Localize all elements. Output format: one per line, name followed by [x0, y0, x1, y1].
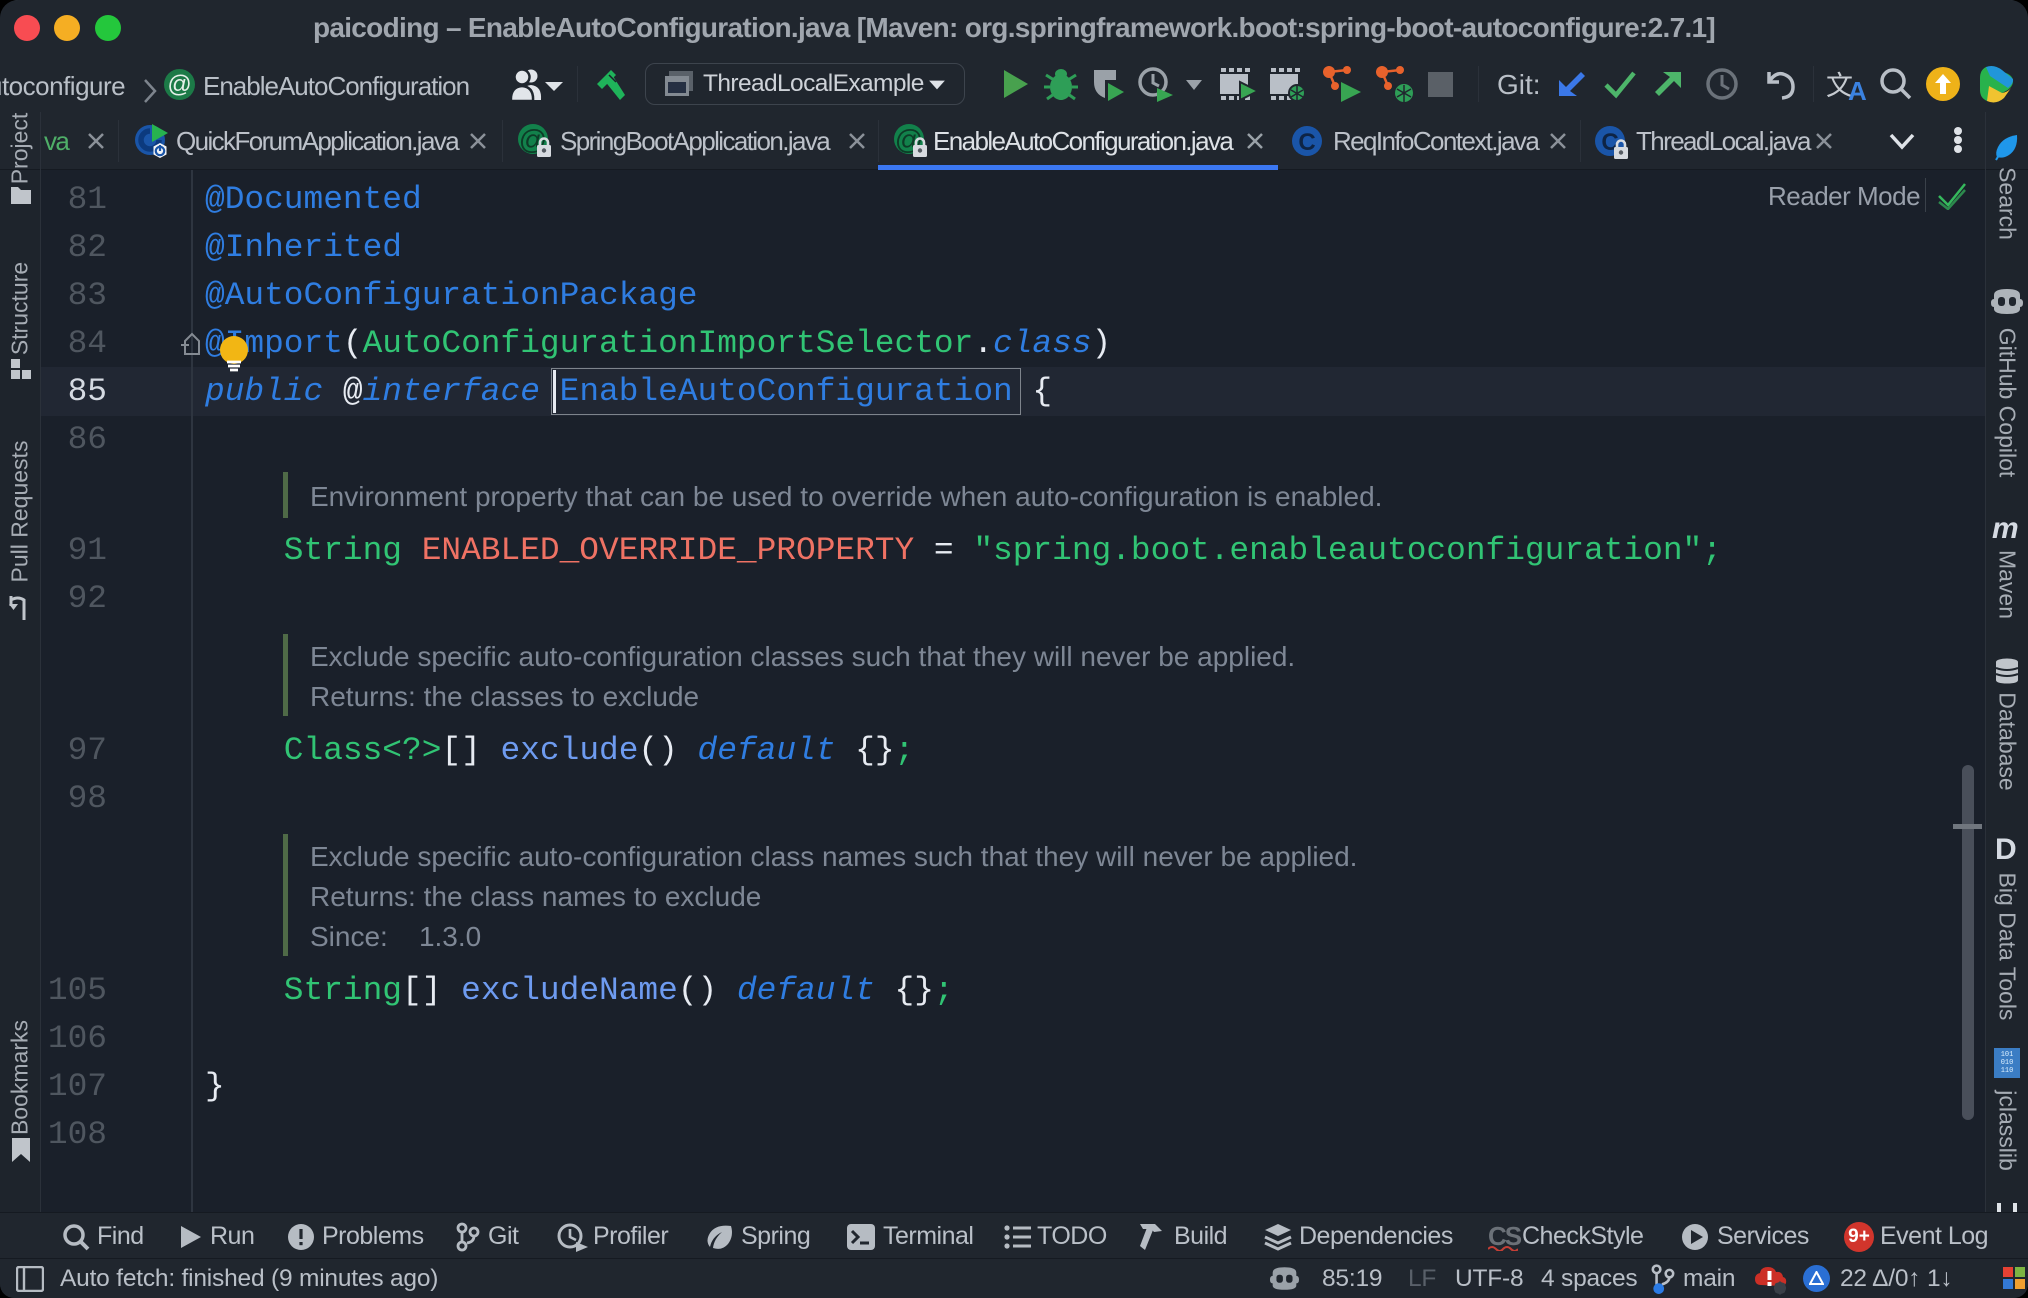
svg-text:010: 010 [2001, 1059, 2014, 1067]
svg-text:110: 110 [2001, 1067, 2014, 1075]
svg-text:C: C [1298, 129, 1315, 156]
svg-text:101: 101 [2001, 1051, 2014, 1059]
